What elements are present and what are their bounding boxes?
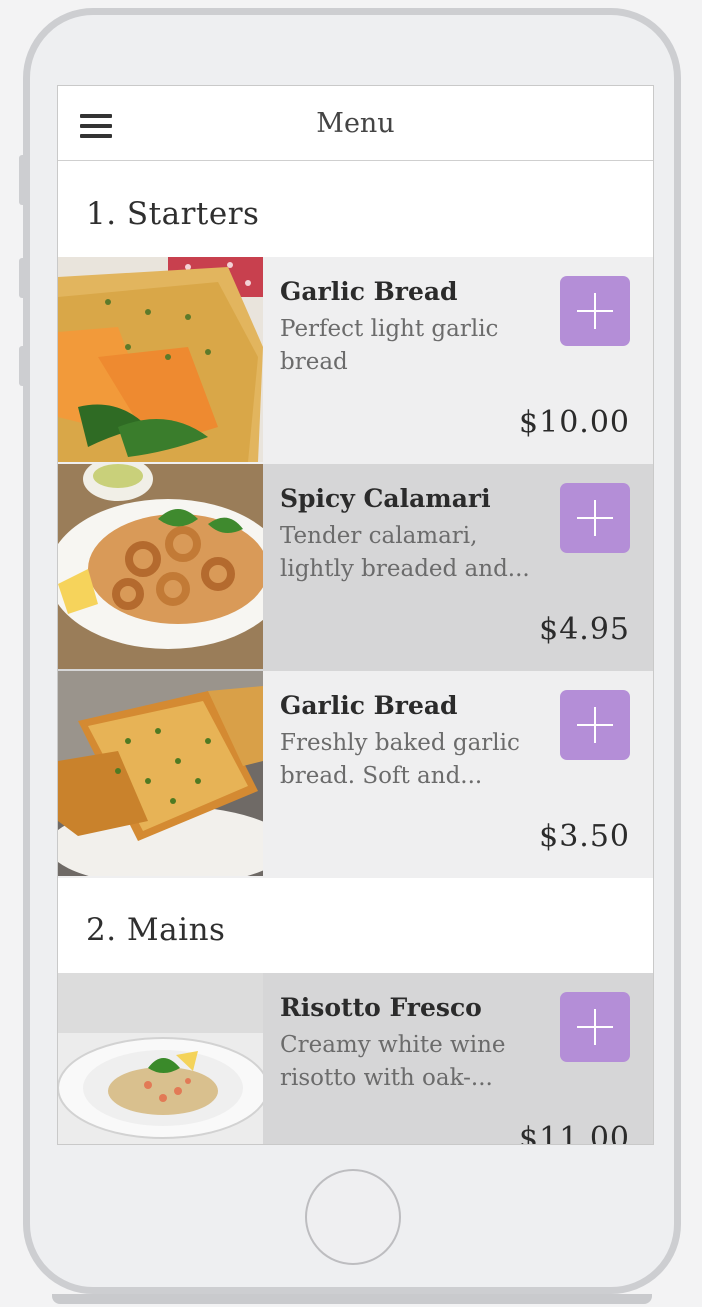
item-description: Freshly baked garlic bread. Soft and... xyxy=(280,730,520,789)
section-header-starters: 1. Starters xyxy=(58,162,653,257)
menu-item[interactable]: Risotto Fresco Creamy white wine risotto… xyxy=(58,973,653,1145)
item-name: Garlic Bread xyxy=(280,277,458,306)
item-price: $3.50 xyxy=(539,819,630,854)
calamari-photo xyxy=(58,464,263,669)
item-name: Spicy Calamari xyxy=(280,484,491,513)
garlic-bread-photo xyxy=(58,257,263,462)
page-title: Menu xyxy=(316,108,395,139)
item-price: $10.00 xyxy=(519,405,630,440)
menu-item[interactable]: Garlic Bread Freshly baked garlic bread.… xyxy=(58,671,653,878)
item-price: $11.00 xyxy=(519,1121,630,1145)
phone-bottom-edge xyxy=(52,1294,652,1304)
item-name: Garlic Bread xyxy=(280,691,458,720)
menu-item[interactable]: Spicy Calamari Tender calamari, lightly … xyxy=(58,464,653,671)
risotto-photo xyxy=(58,973,263,1144)
item-description: Creamy white wine risotto with oak-... xyxy=(280,1032,506,1091)
section-header-mains: 2. Mains xyxy=(58,878,653,973)
item-description: Perfect light garlic bread xyxy=(280,316,499,375)
garlic-bread-photo xyxy=(58,671,263,876)
top-bar: Menu xyxy=(58,86,653,161)
section-title: 1. Starters xyxy=(86,196,260,232)
item-description: Tender calamari, lightly breaded and... xyxy=(280,523,530,582)
add-to-order-button[interactable] xyxy=(560,483,630,553)
phone-volume-down xyxy=(19,346,27,386)
phone-volume-up xyxy=(19,258,27,298)
add-to-order-button[interactable] xyxy=(560,276,630,346)
section-title: 2. Mains xyxy=(86,912,226,948)
app-screen: Menu 1. Starters Garlic Bread Perfect li… xyxy=(57,85,654,1145)
phone-silent-switch xyxy=(19,155,27,205)
item-price: $4.95 xyxy=(539,612,630,647)
item-name: Risotto Fresco xyxy=(280,993,482,1022)
add-to-order-button[interactable] xyxy=(560,992,630,1062)
add-to-order-button[interactable] xyxy=(560,690,630,760)
phone-home-button[interactable] xyxy=(305,1169,401,1265)
menu-item[interactable]: Garlic Bread Perfect light garlic bread … xyxy=(58,257,653,464)
